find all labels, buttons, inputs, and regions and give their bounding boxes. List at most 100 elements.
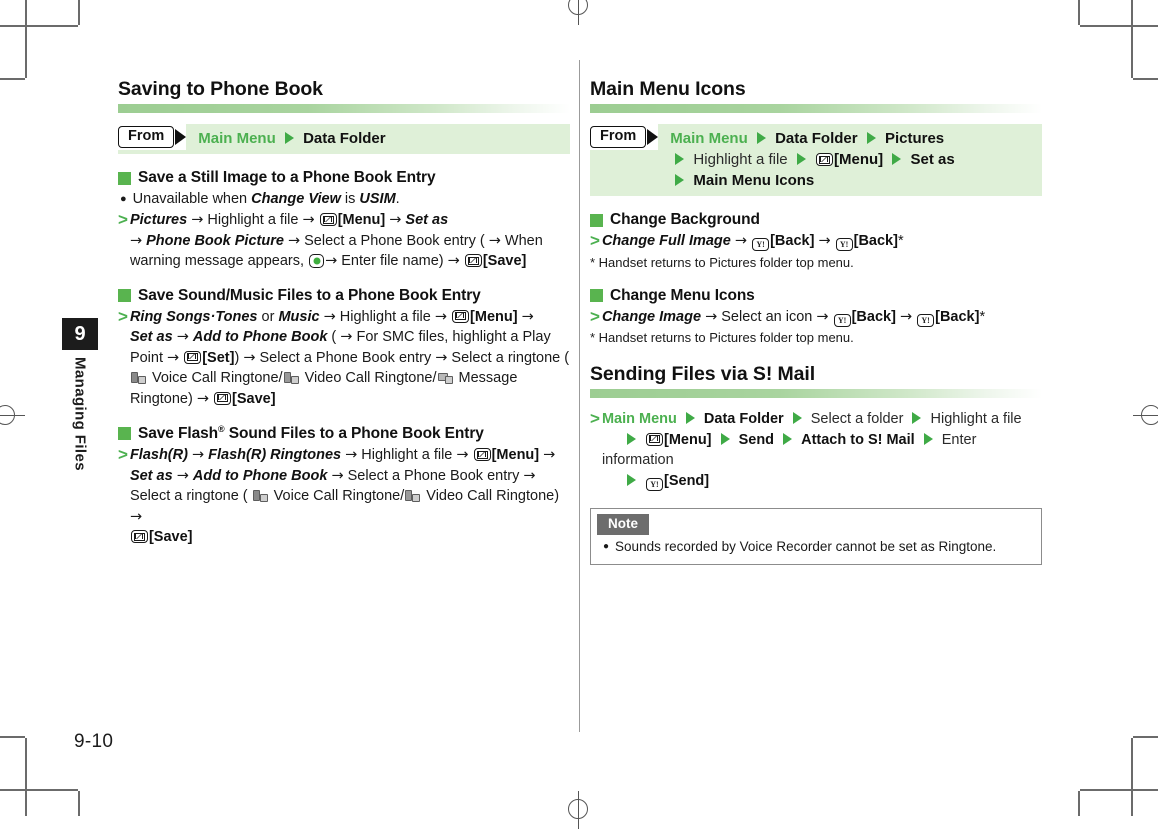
from-badge: From [118,124,187,150]
step-item-select-folder: Select a folder [810,411,904,427]
mail-key-icon [184,350,202,364]
back-key-icon: Y! [835,238,853,251]
chevron-right-icon [685,412,695,424]
breadcrumb-item-data-folder: Data Folder [303,130,386,147]
subsection-change-menu-icons: Change Menu Icons [590,287,1042,305]
chevron-right-icon [675,174,685,186]
step-item-attach-to-smail: Attach to S! Mail [801,431,915,448]
left-column: Saving to Phone Book From Main Menu Data… [118,78,570,548]
step-item-main-menu: Main Menu [601,411,677,427]
step-marker-icon: > [590,231,600,250]
center-key-icon [309,254,325,268]
chevron-right-icon [756,132,766,144]
from-badge: From [590,124,659,150]
black-triangle-icon [175,128,187,145]
step-marker-icon: > [118,306,128,326]
chevron-right-icon [720,432,730,445]
step-text: Change Full Image → Y! [Back] → Y! [Back]* [601,233,904,251]
step-item-menu: [Menu] [664,431,712,448]
chevron-right-icon [923,432,933,445]
back-key-icon: Y! [833,313,851,327]
mail-key-icon [319,213,337,226]
right-column: Main Menu Icons From Main Menu Data Fold… [590,78,1042,565]
step-item-send: Send [738,431,775,448]
chevron-right-icon [675,153,685,165]
chevron-right-icon [626,473,636,486]
section-underline [118,104,570,113]
section-sending-files: Sending Files via S! Mail [590,363,1042,398]
breadcrumb-item-main-menu-icons: Main Menu Icons [693,172,815,189]
breadcrumb-path: Main Menu Data Folder [186,124,391,154]
note-tab-label: Note [597,514,649,535]
chevron-right-icon [284,132,294,144]
breadcrumb: From Main Menu Data Folder Pictures High… [590,124,1042,196]
section-title: Main Menu Icons [590,78,746,100]
bullet-unavailable-note: ● Unavailable when Change View is USIM. [120,189,570,209]
subsection-save-still-image: Save a Still Image to a Phone Book Entry [118,169,570,187]
chevron-right-icon [792,412,802,424]
step-marker-icon: > [590,409,600,428]
procedure-change-menu-icons: > Change Image → Select an icon → Y! [Bac… [590,307,1042,328]
breadcrumb-item-data-folder: Data Folder [775,130,858,147]
page-title: Saving to Phone Book [118,78,323,100]
step-item-data-folder: Data Folder [703,411,784,427]
subsection-heading: Change Background [610,211,760,228]
back-key-icon: Y! [646,477,663,491]
breadcrumb-item-set-as: Set as [910,151,955,168]
breadcrumb: From Main Menu Data Folder [118,124,570,154]
bullet-dot-icon: ● [603,541,610,552]
back-key-icon: Y! [917,313,935,327]
from-label: From [590,126,647,148]
green-square-icon [118,171,131,185]
green-square-icon [118,289,131,302]
mail-key-icon [464,254,482,267]
voice-call-ringtone-icon [252,489,268,503]
mail-key-icon [646,432,663,446]
step-text: Flash(R) → Flash(R) Ringtones → Highligh… [129,447,560,546]
mail-key-icon [815,153,833,166]
subsection-save-flash-sound: Save Flash® Sound Files to a Phone Book … [118,424,570,443]
chevron-right-icon [796,153,806,165]
bullet-dot-icon: ● [120,193,127,205]
video-call-ringtone-icon [405,489,421,503]
back-key-icon: Y! [752,238,770,251]
chapter-tab: 9 Managing Files [62,318,98,471]
registration-mark-left [0,403,25,429]
note-text: Sounds recorded by Voice Recorder cannot… [615,539,997,554]
procedure-flash-sound: > Flash(R) → Flash(R) Ringtones → Highli… [118,445,570,548]
mail-key-icon [452,309,470,323]
step-item-highlight-file: Highlight a file [930,411,1022,427]
voice-call-ringtone-icon [130,371,146,384]
bullet-text: Unavailable when Change View is USIM. [132,191,400,207]
mail-key-icon [214,391,232,405]
subsection-heading: Save a Still Image to a Phone Book Entry [138,169,436,186]
breadcrumb-item-pictures: Pictures [884,130,945,147]
note-box: Note ● Sounds recorded by Voice Recorder… [590,508,1042,565]
from-label: From [118,126,175,148]
section-underline [590,389,1042,398]
step-text: Pictures → Highlight a file → [Menu] → S… [129,212,543,269]
black-triangle-icon [647,128,659,145]
chevron-right-icon [912,412,922,424]
registration-mark-right [1133,403,1158,429]
breadcrumb-item-highlight-a-file: Highlight a file [693,151,788,168]
breadcrumb-item-main-menu: Main Menu [670,130,748,147]
step-text: Change Image → Select an icon → Y! [Back]… [601,308,986,327]
green-square-icon [590,289,603,302]
footnote: * Handset returns to Pictures folder top… [590,254,854,270]
mail-key-icon [130,530,148,544]
subsection-save-sound-music: Save Sound/Music Files to a Phone Book E… [118,287,570,305]
step-item-send-key: [Send] [664,472,710,489]
chevron-right-icon [626,432,636,445]
green-square-icon [118,427,131,441]
subsection-change-background: Change Background [590,211,1042,229]
chevron-right-icon [892,153,902,165]
step-text: Main Menu Data Folder Select a folder Hi… [602,409,1042,491]
registration-mark-bottom [566,791,592,829]
page-number: 9-10 [74,731,114,752]
subsection-heading: Save Sound/Music Files to a Phone Book E… [138,286,481,304]
procedure-still-image: > Pictures → Highlight a file → [Menu] →… [118,210,570,272]
step-marker-icon: > [590,306,600,326]
breadcrumb-item-menu: [Menu] [833,151,884,168]
chevron-right-icon [783,432,793,445]
